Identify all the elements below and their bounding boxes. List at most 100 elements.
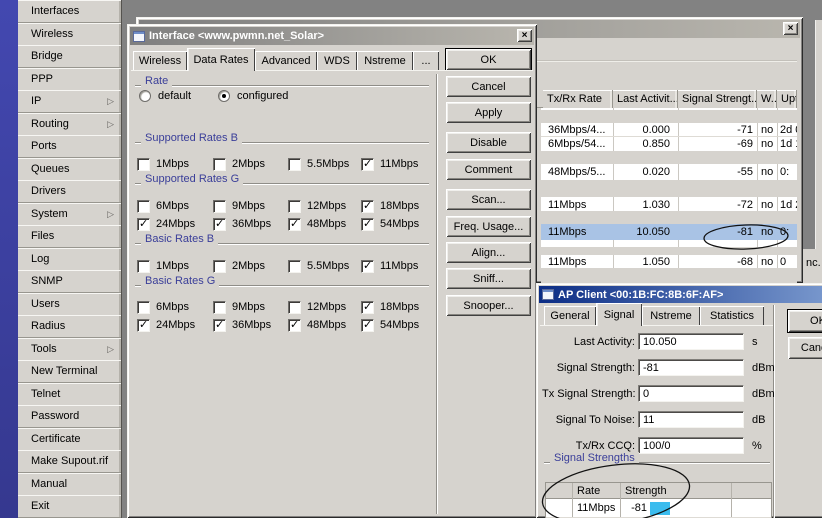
checkbox-11mbps[interactable]: ✓ (361, 158, 374, 171)
checkbox-11mbps[interactable]: ✓ (361, 260, 374, 273)
button-snooper-[interactable]: Snooper... (446, 295, 531, 316)
sidebar-item-radius[interactable]: Radius (18, 315, 121, 338)
strengths-column-header-rate[interactable]: Rate (577, 485, 600, 497)
field-tx-signal-strength-[interactable]: 0 (638, 385, 744, 402)
table-row-3-rate[interactable]: 48Mbps/5... (543, 164, 613, 179)
sidebar-item-system[interactable]: System▷ (18, 203, 121, 226)
column-header-5[interactable]: Uptim (777, 90, 797, 108)
table-row-1-activity[interactable]: 0.000 (613, 122, 678, 137)
sidebar-item-routing[interactable]: Routing▷ (18, 113, 121, 136)
ap-client-titlebar[interactable]: AP Client <00:1B:FC:8B:6F:AF> (539, 286, 822, 303)
checkbox-5.5mbps[interactable] (288, 260, 301, 273)
button-scan-[interactable]: Scan... (446, 189, 531, 210)
tab-wds[interactable]: WDS (317, 51, 357, 70)
tab-wireless[interactable]: Wireless (133, 51, 187, 70)
table-row-4-activity[interactable]: 1.030 (613, 197, 678, 212)
strengths-row-rate[interactable]: 11Mbps (577, 502, 615, 514)
close-icon[interactable]: × (517, 29, 532, 42)
sidebar-item-drivers[interactable]: Drivers (18, 180, 121, 203)
table-row-1-rate[interactable]: 36Mbps/4... (543, 122, 613, 137)
column-header-3[interactable]: Signal Strengt... (678, 90, 757, 108)
table-row-5-w[interactable]: no (757, 224, 777, 239)
sidebar-item-files[interactable]: Files (18, 225, 121, 248)
table-row-4-signal[interactable]: -72 (678, 197, 757, 212)
checkbox-6mbps[interactable] (137, 200, 150, 213)
checkbox-5.5mbps[interactable] (288, 158, 301, 171)
field-signal-strength-[interactable]: -81 (638, 359, 744, 376)
tab-data-rates[interactable]: Data Rates (187, 48, 255, 71)
button-ok[interactable]: OK (446, 49, 531, 70)
sidebar-item-snmp[interactable]: SNMP (18, 270, 121, 293)
sidebar-item-telnet[interactable]: Telnet (18, 383, 121, 406)
table-row-5-rate[interactable]: 11Mbps (543, 224, 613, 239)
tab-nstreme[interactable]: Nstreme (357, 51, 413, 70)
checkbox-48mbps[interactable]: ✓ (288, 319, 301, 332)
radio-configured[interactable] (218, 90, 230, 102)
column-header-4[interactable]: W... (757, 90, 777, 108)
sidebar-item-tools[interactable]: Tools▷ (18, 338, 121, 361)
checkbox-1mbps[interactable] (137, 260, 150, 273)
checkbox-48mbps[interactable]: ✓ (288, 218, 301, 231)
table-row-2-rate[interactable]: 6Mbps/54... (543, 136, 613, 151)
sidebar-item-users[interactable]: Users (18, 293, 121, 316)
checkbox-18mbps[interactable]: ✓ (361, 200, 374, 213)
field-last-activity-[interactable]: 10.050 (638, 333, 744, 350)
sidebar-item-wireless[interactable]: Wireless (18, 23, 121, 46)
table-row-6-uptime[interactable]: 0 (777, 254, 797, 269)
sidebar-item-ports[interactable]: Ports (18, 135, 121, 158)
tab--[interactable]: ... (413, 51, 439, 70)
tab-advanced[interactable]: Advanced (255, 51, 317, 70)
checkbox-54mbps[interactable]: ✓ (361, 319, 374, 332)
field-signal-to-noise-[interactable]: 11 (638, 411, 744, 428)
table-row-4-rate[interactable]: 11Mbps (543, 197, 613, 212)
table-row-3-w[interactable]: no (757, 164, 777, 179)
table-row-4-uptime[interactable]: 1d 2 (777, 197, 797, 212)
table-row-4-w[interactable]: no (757, 197, 777, 212)
checkbox-9mbps[interactable] (213, 301, 226, 314)
button-ok[interactable]: OK (788, 310, 822, 332)
table-row-6-activity[interactable]: 1.050 (613, 254, 678, 269)
sidebar-item-exit[interactable]: Exit (18, 495, 121, 518)
checkbox-18mbps[interactable]: ✓ (361, 301, 374, 314)
table-row-1-uptime[interactable]: 2d 0 (777, 122, 797, 137)
table-row-2-uptime[interactable]: 1d 1 (777, 136, 797, 151)
table-row-1-w[interactable]: no (757, 122, 777, 137)
tab-nstreme[interactable]: Nstreme (642, 306, 700, 325)
table-row-5-signal[interactable]: -81 (678, 224, 757, 239)
checkbox-24mbps[interactable]: ✓ (137, 218, 150, 231)
button-comment[interactable]: Comment (446, 159, 531, 180)
radio-default[interactable] (139, 90, 151, 102)
button-disable[interactable]: Disable (446, 132, 531, 153)
sidebar-item-bridge[interactable]: Bridge (18, 45, 121, 68)
field-tx-rx-ccq-[interactable]: 100/0 (638, 437, 744, 454)
checkbox-54mbps[interactable]: ✓ (361, 218, 374, 231)
button-cancel[interactable]: Cancel (446, 76, 531, 97)
close-icon[interactable]: × (783, 22, 798, 35)
checkbox-36mbps[interactable]: ✓ (213, 218, 226, 231)
table-row-2-activity[interactable]: 0.850 (613, 136, 678, 151)
tab-statistics[interactable]: Statistics (700, 306, 764, 325)
button-align-[interactable]: Align... (446, 242, 531, 263)
table-row-3-signal[interactable]: -55 (678, 164, 757, 179)
table-row-2-signal[interactable]: -69 (678, 136, 757, 151)
sidebar-item-new-terminal[interactable]: New Terminal (18, 360, 121, 383)
table-row-3-activity[interactable]: 0.020 (613, 164, 678, 179)
sidebar-item-queues[interactable]: Queues (18, 158, 121, 181)
checkbox-2mbps[interactable] (213, 260, 226, 273)
table-row-3-uptime[interactable]: 0: (777, 164, 797, 179)
checkbox-2mbps[interactable] (213, 158, 226, 171)
table-row-6-signal[interactable]: -68 (678, 254, 757, 269)
checkbox-1mbps[interactable] (137, 158, 150, 171)
strengths-row-value[interactable]: -81 (627, 502, 647, 514)
checkbox-36mbps[interactable]: ✓ (213, 319, 226, 332)
button-cancel[interactable]: Cancel (788, 337, 822, 359)
table-row-6-w[interactable]: no (757, 254, 777, 269)
button-freq-usage-[interactable]: Freq. Usage... (446, 216, 531, 237)
column-header-1[interactable]: Tx/Rx Rate (543, 90, 613, 108)
tab-signal[interactable]: Signal (596, 303, 642, 326)
sidebar-item-manual[interactable]: Manual (18, 473, 121, 496)
sidebar-item-certificate[interactable]: Certificate (18, 428, 121, 451)
checkbox-12mbps[interactable] (288, 200, 301, 213)
sidebar-item-make-supout-rif[interactable]: Make Supout.rif (18, 450, 121, 473)
column-header-2[interactable]: Last Activit... (613, 90, 678, 108)
